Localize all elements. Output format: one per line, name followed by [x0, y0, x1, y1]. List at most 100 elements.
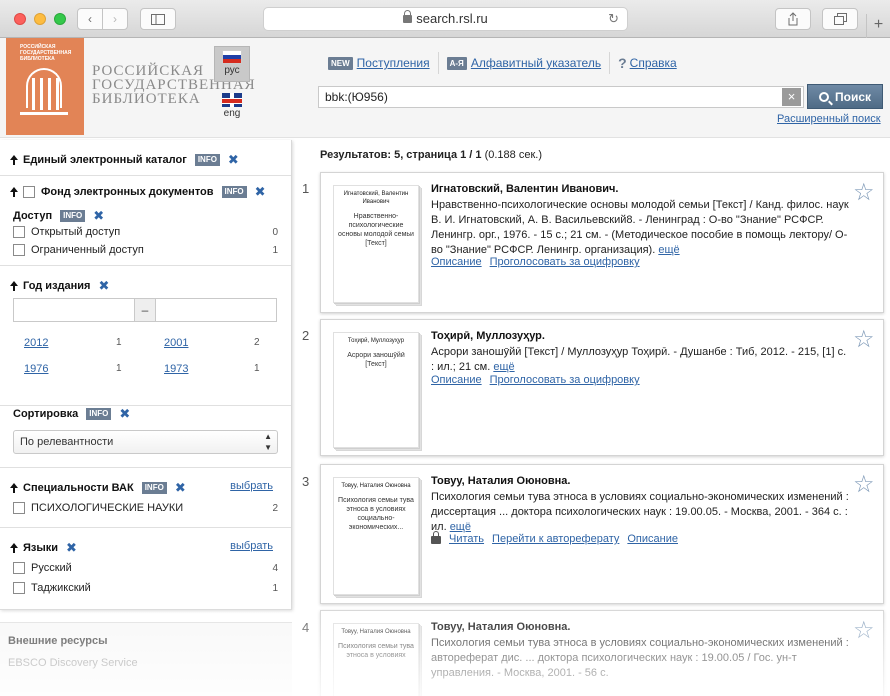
close-icon[interactable]: ✖ — [228, 152, 239, 168]
vak-choose-link[interactable]: выбрать — [230, 480, 273, 492]
close-icon[interactable]: ✖ — [119, 406, 130, 422]
search-button[interactable]: Поиск — [807, 84, 883, 109]
checkbox[interactable] — [13, 244, 25, 256]
result-links: Описание Проголосовать за оцифровку — [431, 256, 648, 268]
access-title: Доступ — [13, 210, 53, 222]
year-to-input[interactable] — [155, 298, 277, 322]
info-badge[interactable]: INFO — [60, 210, 86, 222]
result-number: 3 — [302, 474, 310, 489]
description-text: Психология семьи тува этноса в условиях … — [431, 491, 849, 533]
description-link[interactable]: Описание — [431, 256, 482, 268]
tabs-overview-button[interactable] — [822, 8, 858, 30]
vak-option[interactable]: ПСИХОЛОГИЧЕСКИЕ НАУКИ 2 — [13, 502, 278, 514]
checkbox[interactable] — [13, 226, 25, 238]
minimize-window-button[interactable] — [34, 13, 46, 25]
external-resources: Внешние ресурсы EBSCO Discovery Service — [0, 622, 292, 696]
result-links: Описание Проголосовать за оцифровку — [431, 374, 648, 386]
vote-digitize-link[interactable]: Проголосовать за оцифровку — [490, 256, 640, 268]
vote-digitize-link[interactable]: Проголосовать за оцифровку — [490, 374, 640, 386]
rsl-logo[interactable]: РОССИЙСКАЯ ГОСУДАРСТВЕННАЯ БИБЛИОТЕКА — [6, 38, 84, 135]
nav-divider — [437, 52, 439, 74]
access-restricted-option[interactable]: Ограниченный доступ 1 — [13, 244, 278, 256]
star-icon[interactable]: ☆ — [853, 181, 875, 205]
sort-select[interactable]: По релевантности ▲ ▼ — [13, 430, 278, 454]
plus-icon: + — [873, 16, 884, 33]
year-link-1973[interactable]: 1973 — [164, 363, 188, 375]
ebsco-link[interactable]: EBSCO Discovery Service — [8, 657, 138, 669]
lang-ru-label: рус — [224, 65, 240, 76]
result-description: Асрори заношӯйӣ [Текст] / Муллозуҳур Тоҳ… — [431, 345, 851, 375]
abstract-link[interactable]: Перейти к автореферату — [492, 533, 619, 545]
access-open-option[interactable]: Открытый доступ 0 — [13, 226, 278, 238]
description-text: Нравственно-психологические основы молод… — [431, 199, 849, 256]
sort-value: По релевантности — [20, 436, 114, 448]
info-badge[interactable]: INFO — [221, 186, 247, 198]
clear-search-button[interactable]: × — [782, 88, 801, 106]
language-option-russian[interactable]: Русский 4 — [13, 562, 278, 574]
new-badge: NEW — [328, 56, 353, 70]
checkbox[interactable] — [13, 582, 25, 594]
star-icon[interactable]: ☆ — [853, 328, 875, 352]
address-bar[interactable]: search.rsl.ru ↻ — [263, 7, 628, 31]
option-label: Таджикский — [31, 582, 91, 594]
close-icon[interactable]: ✖ — [98, 278, 109, 294]
new-tab-button[interactable]: + — [866, 14, 890, 38]
close-icon[interactable]: ✖ — [93, 208, 104, 224]
back-button[interactable]: ‹ — [77, 8, 103, 30]
nav-help[interactable]: Справка — [630, 56, 677, 70]
close-icon[interactable]: ✖ — [175, 480, 186, 496]
result-author[interactable]: Игнатовский, Валентин Иванович. — [431, 183, 618, 195]
info-badge[interactable]: INFO — [86, 408, 112, 420]
year-from-input[interactable] — [13, 298, 135, 322]
info-badge[interactable]: INFO — [141, 482, 167, 494]
search-input[interactable]: bbk:(Ю956) — [318, 86, 804, 108]
sort-header: Сортировка INFO ✖ — [13, 406, 130, 422]
book-cover[interactable]: Товуу, Наталия Оюновна Психология семьи … — [333, 623, 419, 696]
result-author[interactable]: Товуу, Наталия Оюновна. — [431, 621, 570, 633]
advanced-search-link[interactable]: Расширенный поиск — [777, 113, 881, 125]
nav-new-arrivals[interactable]: Поступления — [357, 56, 430, 70]
read-link[interactable]: Читать — [449, 533, 484, 545]
book-cover[interactable]: Тоҳирӣ, Муллозуҳур Асрори заношӯйӣ [Текс… — [333, 332, 419, 448]
description-link[interactable]: Описание — [627, 533, 678, 545]
close-icon[interactable]: ✖ — [66, 540, 77, 556]
year-link-2012[interactable]: 2012 — [24, 337, 48, 349]
book-cover[interactable]: Игнатовский, Валентин Иванович Нравствен… — [333, 185, 419, 303]
lang-ru-button[interactable]: рус — [214, 46, 250, 82]
nav-alphabetical-index[interactable]: Алфавитный указатель — [471, 56, 601, 70]
filter-languages: Языки ✖ выбрать Русский 4 Таджикский 1 — [0, 528, 291, 610]
url-text: search.rsl.ru — [416, 11, 488, 26]
year-link-1976[interactable]: 1976 — [24, 363, 48, 375]
result-author[interactable]: Тоҳирӣ, Муллозуҳур. — [431, 330, 545, 342]
more-link[interactable]: ещё — [450, 521, 471, 533]
book-cover[interactable]: Товуу, Наталия Оюновна Психология семьи … — [333, 477, 419, 595]
vak-title: Специальности ВАК — [23, 482, 134, 494]
more-link[interactable]: ещё — [658, 244, 679, 256]
star-icon[interactable]: ☆ — [853, 619, 875, 643]
reload-icon[interactable]: ↻ — [608, 8, 619, 30]
close-window-button[interactable] — [14, 13, 26, 25]
checkbox[interactable] — [13, 502, 25, 514]
more-link[interactable]: ещё — [493, 361, 514, 373]
fund-checkbox[interactable] — [23, 186, 35, 198]
forward-button[interactable]: › — [102, 8, 128, 30]
close-icon[interactable]: ✖ — [255, 184, 266, 200]
result-description: Психология семьи тува этноса в условиях … — [431, 490, 851, 535]
language-option-tajik[interactable]: Таджикский 1 — [13, 582, 278, 594]
close-icon: × — [787, 89, 796, 104]
checkbox[interactable] — [13, 562, 25, 574]
lang-en-button[interactable]: eng — [214, 90, 250, 119]
year-link-2001[interactable]: 2001 — [164, 337, 188, 349]
result-author[interactable]: Товуу, Наталия Оюновна. — [431, 475, 570, 487]
catalog-title[interactable]: Единый электронный каталог — [23, 154, 187, 166]
filter-fund: Фонд электронных документов INFO ✖ Досту… — [0, 176, 291, 266]
share-button[interactable] — [775, 8, 811, 30]
sidebar-toggle-button[interactable] — [140, 8, 176, 30]
info-badge[interactable]: INFO — [194, 154, 220, 166]
external-resources-title: Внешние ресурсы — [8, 635, 108, 647]
description-link[interactable]: Описание — [431, 374, 482, 386]
languages-choose-link[interactable]: выбрать — [230, 540, 273, 552]
zoom-window-button[interactable] — [54, 13, 66, 25]
cover-title: Психология семьи тува этноса в условиях … — [338, 497, 414, 531]
star-icon[interactable]: ☆ — [853, 473, 875, 497]
